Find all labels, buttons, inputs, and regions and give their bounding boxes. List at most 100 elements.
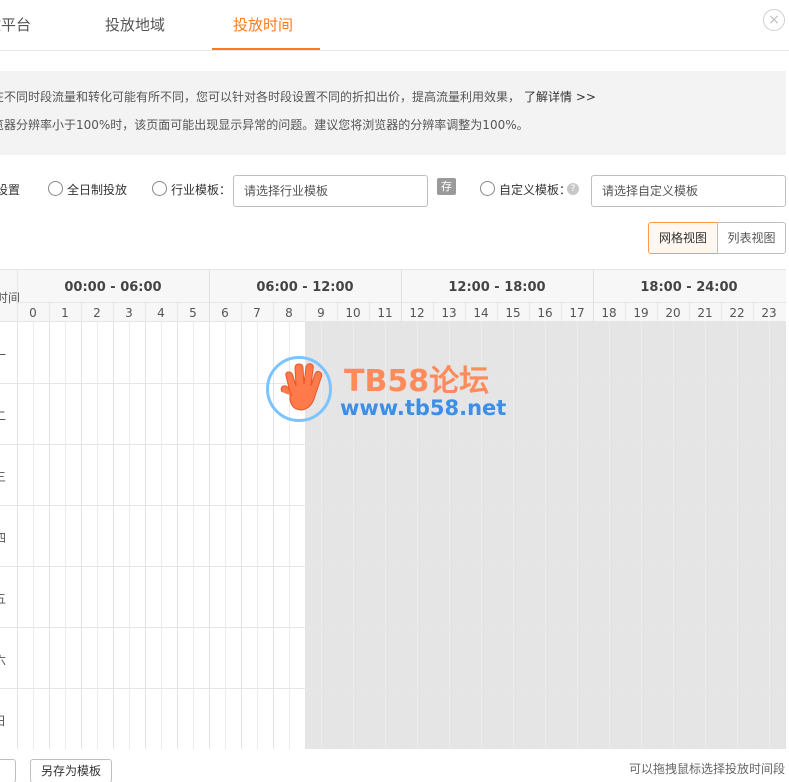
hour-label: 16 bbox=[537, 306, 553, 320]
hour-divider bbox=[113, 302, 114, 322]
hour-label: 20 bbox=[665, 306, 681, 320]
hour-divider bbox=[625, 302, 626, 322]
cell-divider bbox=[385, 322, 386, 749]
hour-divider bbox=[465, 302, 466, 322]
cell-divider bbox=[209, 322, 210, 749]
time-block-label: 00:00 - 06:00 bbox=[64, 280, 162, 295]
cell-divider bbox=[337, 322, 338, 749]
hour-divider bbox=[81, 302, 82, 322]
hour-label: 22 bbox=[729, 306, 745, 320]
cell-divider bbox=[513, 322, 514, 749]
cell-divider bbox=[769, 322, 770, 749]
notice-line-2: 览器分辨率小于100%时，该页面可能出现显示异常的问题。建议您将浏览器的分辨率调… bbox=[0, 118, 529, 132]
hour-divider bbox=[753, 302, 754, 322]
cell-divider bbox=[353, 322, 354, 749]
hour-label: 8 bbox=[285, 306, 293, 320]
footer-partial-button[interactable] bbox=[0, 759, 16, 782]
hour-divider bbox=[657, 302, 658, 322]
notice-line-1: 在不同时段流量和转化可能有所不同，您可以针对各时段设置不同的折扣出价，提高流量利… bbox=[0, 88, 596, 105]
close-icon[interactable]: × bbox=[763, 9, 785, 31]
time-grid: 时间 00:00 - 06:00 06:00 - 12:00 12:00 - 18:… bbox=[0, 269, 786, 749]
cell-divider bbox=[737, 322, 738, 749]
tab-platform[interactable]: 放平台 bbox=[0, 14, 31, 35]
hour-label: 11 bbox=[377, 306, 393, 320]
cell-divider bbox=[641, 322, 642, 749]
option-industry-label[interactable]: 行业模板： bbox=[171, 181, 231, 198]
grid-view-button[interactable]: 网格视图 bbox=[648, 222, 718, 254]
cell-divider bbox=[481, 322, 482, 749]
time-block-label: 18:00 - 24:00 bbox=[640, 280, 738, 295]
cell-divider bbox=[609, 322, 610, 749]
custom-template-select[interactable]: 请选择自定义模板 bbox=[591, 175, 786, 207]
radio-custom-template[interactable] bbox=[480, 181, 495, 196]
notice-text-1: 在不同时段流量和转化可能有所不同，您可以针对各时段设置不同的折扣出价，提高流量利… bbox=[0, 90, 521, 104]
schedule-settings: 设置 全日制投放 行业模板： 请选择行业模板 存 自定义模板： ? 请选择自定义… bbox=[0, 173, 789, 209]
cell-divider bbox=[321, 322, 322, 749]
hour-divider bbox=[273, 302, 274, 322]
cell-divider bbox=[785, 322, 786, 749]
hour-label: 4 bbox=[157, 306, 165, 320]
option-allday-label[interactable]: 全日制投放 bbox=[67, 181, 127, 198]
hour-label: 10 bbox=[345, 306, 361, 320]
list-view-button[interactable]: 列表视图 bbox=[717, 222, 786, 254]
settings-label: 设置 bbox=[0, 183, 21, 197]
cell-divider bbox=[561, 322, 562, 749]
cell-divider bbox=[49, 322, 50, 749]
cell-divider bbox=[241, 322, 242, 749]
time-cell-area[interactable] bbox=[17, 322, 786, 749]
row-divider bbox=[0, 627, 786, 628]
cell-divider bbox=[289, 322, 290, 749]
industry-template-select[interactable]: 请选择行业模板 bbox=[233, 175, 428, 207]
save-as-template-button[interactable]: 另存为模板 bbox=[30, 759, 112, 782]
time-block-label: 12:00 - 18:00 bbox=[448, 280, 546, 295]
day-label: 四 bbox=[0, 531, 7, 545]
cell-divider bbox=[145, 322, 146, 749]
cell-divider bbox=[225, 322, 226, 749]
cell-divider bbox=[161, 322, 162, 749]
cell-divider bbox=[657, 322, 658, 749]
hour-divider bbox=[721, 302, 722, 322]
hour-divider bbox=[49, 302, 50, 322]
save-template-icon[interactable]: 存 bbox=[437, 178, 456, 195]
active-tab-indicator bbox=[212, 48, 320, 50]
hour-divider bbox=[337, 302, 338, 322]
radio-allday[interactable] bbox=[48, 181, 63, 196]
tab-region[interactable]: 投放地域 bbox=[105, 14, 165, 35]
cell-divider bbox=[369, 322, 370, 749]
hour-divider bbox=[529, 302, 530, 322]
hour-label: 19 bbox=[633, 306, 649, 320]
cell-divider bbox=[193, 322, 194, 749]
cell-divider bbox=[273, 322, 274, 749]
tab-schedule[interactable]: 投放时间 bbox=[233, 14, 293, 35]
cell-divider bbox=[17, 322, 18, 749]
radio-industry-template[interactable] bbox=[152, 181, 167, 196]
cell-divider bbox=[305, 322, 306, 749]
hour-label: 14 bbox=[473, 306, 489, 320]
option-custom-label[interactable]: 自定义模板： bbox=[499, 181, 571, 198]
cell-divider bbox=[625, 322, 626, 749]
cell-divider bbox=[33, 322, 34, 749]
help-icon[interactable]: ? bbox=[567, 183, 579, 195]
hour-divider bbox=[177, 302, 178, 322]
hour-divider bbox=[305, 302, 306, 322]
time-grid-body[interactable]: 一二三四五六日 bbox=[0, 322, 786, 749]
cell-divider bbox=[257, 322, 258, 749]
hour-label: 2 bbox=[93, 306, 101, 320]
cell-divider bbox=[673, 322, 674, 749]
time-block-label: 06:00 - 12:00 bbox=[256, 280, 354, 295]
cell-divider bbox=[97, 322, 98, 749]
cell-divider bbox=[753, 322, 754, 749]
notice-banner: 在不同时段流量和转化可能有所不同，您可以针对各时段设置不同的折扣出价，提高流量利… bbox=[0, 71, 786, 155]
hour-divider bbox=[145, 302, 146, 322]
cell-divider bbox=[545, 322, 546, 749]
hour-label: 7 bbox=[253, 306, 261, 320]
learn-more-link[interactable]: 了解详情 >> bbox=[524, 90, 596, 104]
day-label: 一 bbox=[0, 348, 7, 362]
hour-divider bbox=[561, 302, 562, 322]
hour-label: 0 bbox=[29, 306, 37, 320]
cell-divider bbox=[401, 322, 402, 749]
hour-label: 5 bbox=[189, 306, 197, 320]
hour-divider bbox=[369, 302, 370, 322]
hour-label: 1 bbox=[61, 306, 69, 320]
day-label: 六 bbox=[0, 653, 7, 667]
